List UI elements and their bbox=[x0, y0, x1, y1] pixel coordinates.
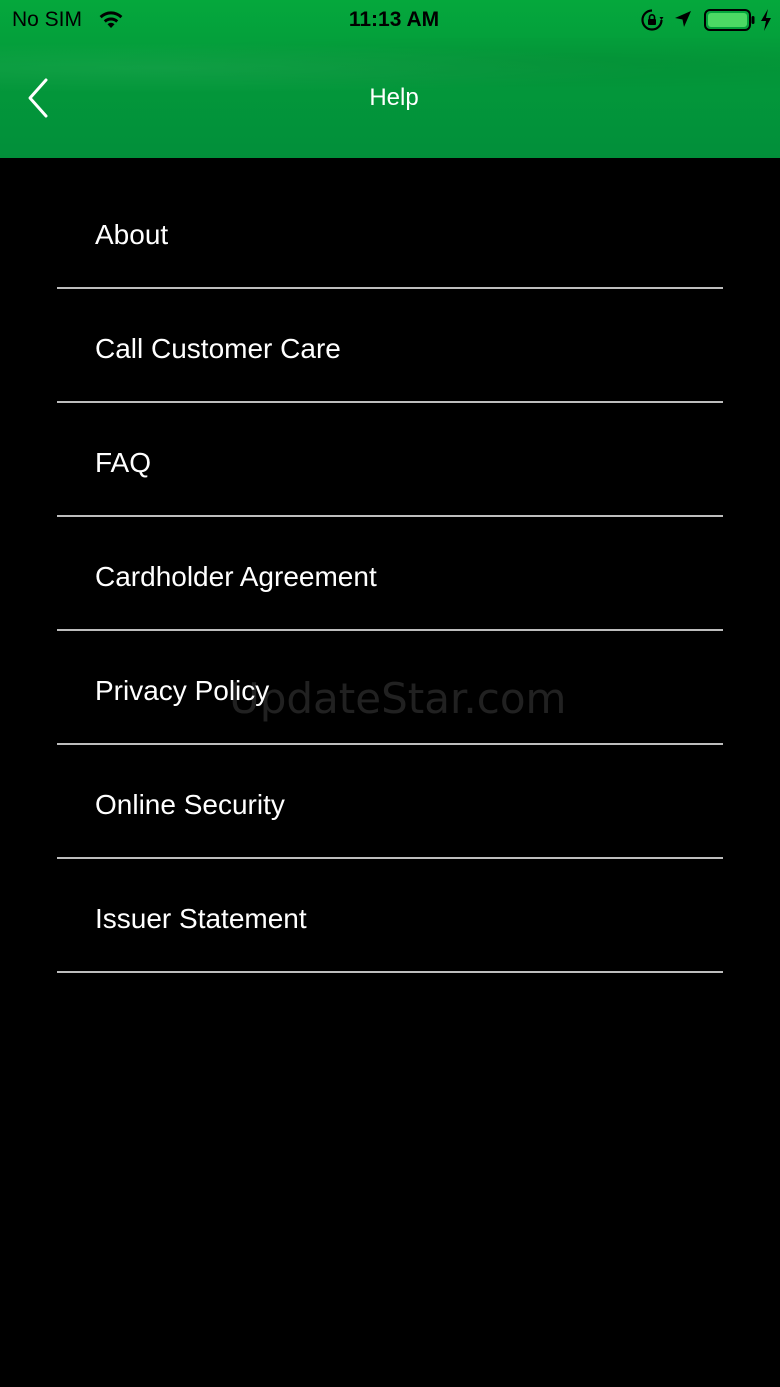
menu-item-label: Online Security bbox=[95, 789, 285, 820]
battery-icon bbox=[704, 9, 755, 31]
charging-bolt-icon bbox=[761, 9, 771, 31]
help-menu-list: About Call Customer Care FAQ Cardholder … bbox=[57, 175, 723, 973]
header: No SIM 11:13 AM Help bbox=[0, 0, 780, 158]
menu-item-cardholder-agreement[interactable]: Cardholder Agreement bbox=[57, 517, 723, 631]
menu-item-faq[interactable]: FAQ bbox=[57, 403, 723, 517]
help-screen: No SIM 11:13 AM Help About Call Customer… bbox=[0, 0, 780, 1387]
menu-item-privacy-policy[interactable]: Privacy Policy bbox=[57, 631, 723, 745]
menu-item-label: FAQ bbox=[95, 447, 152, 478]
menu-item-label: About bbox=[95, 219, 169, 250]
menu-item-label: Call Customer Care bbox=[95, 333, 341, 364]
location-arrow-icon bbox=[675, 11, 691, 27]
lock-rotation-icon bbox=[641, 9, 664, 31]
menu-item-label: Issuer Statement bbox=[95, 903, 307, 934]
menu-item-label: Privacy Policy bbox=[95, 675, 270, 706]
menu-item-online-security[interactable]: Online Security bbox=[57, 745, 723, 859]
menu-item-issuer-statement[interactable]: Issuer Statement bbox=[57, 859, 723, 973]
page-title: Help bbox=[369, 84, 419, 111]
menu-item-about[interactable]: About bbox=[57, 175, 723, 289]
menu-item-call-customer-care[interactable]: Call Customer Care bbox=[57, 289, 723, 403]
menu-item-label: Cardholder Agreement bbox=[95, 561, 377, 592]
status-bar: No SIM 11:13 AM bbox=[0, 0, 780, 40]
